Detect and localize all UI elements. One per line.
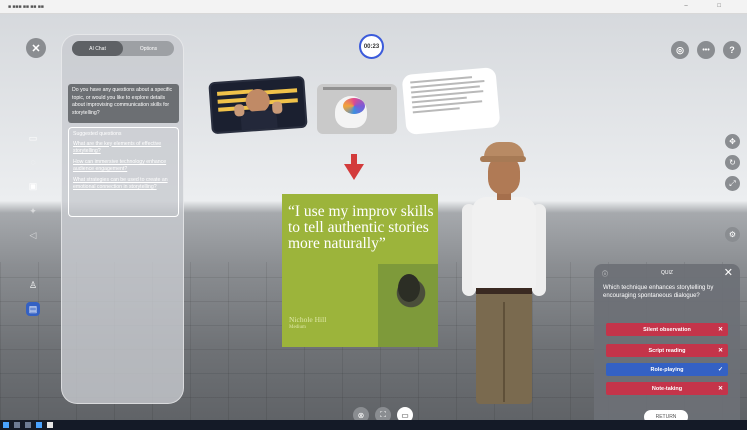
quote-author: Nichole Hill xyxy=(289,315,327,324)
panel-tabs[interactable]: AI Chat Options xyxy=(72,41,174,56)
suggested-questions: Suggested questions What are the key ele… xyxy=(68,127,179,217)
return-button[interactable]: RETURN xyxy=(644,410,688,420)
wrong-mark-icon: ✕ xyxy=(717,327,723,333)
app-icon[interactable] xyxy=(47,422,53,428)
quiz-option[interactable]: Silent observation ✕ xyxy=(606,323,728,336)
search-icon[interactable] xyxy=(14,422,20,428)
start-icon[interactable] xyxy=(3,422,9,428)
quote-card[interactable]: “I use my improv skills to tell authenti… xyxy=(282,194,438,347)
session-timer: 00:23 xyxy=(359,34,384,59)
wrong-mark-icon: ✕ xyxy=(717,348,723,354)
suggested-question[interactable]: What strategies can be used to create an… xyxy=(73,177,174,192)
quiz-question: Which technique enhances storytelling by… xyxy=(603,285,714,300)
mic-icon[interactable]: ♙ xyxy=(26,278,40,292)
brain-icon xyxy=(343,98,365,114)
quote-text: “I use my improv skills to tell authenti… xyxy=(288,203,434,252)
chat-icon[interactable]: ◌ xyxy=(26,155,40,169)
assistant-message: Do you have any questions about a specif… xyxy=(68,84,179,123)
close-icon[interactable]: ⊗ xyxy=(353,407,369,420)
suggested-question[interactable]: What are the key elements of effective s… xyxy=(73,141,174,156)
bottom-toolbar: ⊗ ⛶ ▭ xyxy=(349,404,417,420)
camera-icon[interactable]: ▭ xyxy=(397,407,413,420)
headset-button[interactable]: ◎ xyxy=(671,41,689,59)
chat-panel: AI Chat Options Do you have any question… xyxy=(61,34,184,404)
window-controls[interactable]: – □ xyxy=(684,3,735,9)
text-note-card[interactable] xyxy=(401,67,501,135)
rotate-icon[interactable]: ↻ xyxy=(725,155,740,170)
resize-icon[interactable]: ⤢ xyxy=(725,176,740,191)
wrong-mark-icon: ✕ xyxy=(717,386,723,392)
quiz-option[interactable]: Note-taking ✕ xyxy=(606,382,728,395)
tab-options[interactable]: Options xyxy=(123,41,174,56)
window-title: ■ ■■■ ■■ ■■ ■■ xyxy=(8,4,44,10)
quiz-close-icon[interactable]: ✕ xyxy=(724,266,733,279)
taskview-icon[interactable] xyxy=(25,422,31,428)
caption-icon[interactable]: ▤ xyxy=(26,302,40,316)
expand-icon[interactable]: ⛶ xyxy=(375,407,391,420)
virtual-scene[interactable]: ✕ ▭ ◌ ▣ ✦ ◁ ♙ ▤ AI Chat Options Do you h… xyxy=(0,14,747,420)
quiz-option[interactable]: Script reading ✕ xyxy=(606,344,728,357)
browser-icon[interactable] xyxy=(36,422,42,428)
tab-ai-chat[interactable]: AI Chat xyxy=(72,41,123,56)
portrait-photo xyxy=(378,264,438,347)
close-button[interactable]: ✕ xyxy=(26,38,46,58)
check-mark-icon: ✓ xyxy=(717,367,723,373)
suggested-question[interactable]: How can immersive technology enhance aud… xyxy=(73,159,174,174)
os-taskbar xyxy=(0,420,747,430)
quiz-panel: ⓘ QUIZ ✕ Which technique enhances storyt… xyxy=(594,264,740,420)
speaker-image-card[interactable] xyxy=(208,75,308,135)
more-button[interactable]: ••• xyxy=(697,41,715,59)
quote-author-role: Medium xyxy=(289,325,306,330)
screen-icon[interactable]: ▭ xyxy=(26,131,40,145)
help-button[interactable]: ? xyxy=(723,41,741,59)
pointer-arrow-icon xyxy=(344,164,364,180)
brain-image-card[interactable] xyxy=(317,84,397,134)
3d-avatar[interactable] xyxy=(452,142,552,404)
window-titlebar: ■ ■■■ ■■ ■■ ■■ – □ xyxy=(0,0,747,14)
bubble-icon[interactable]: ▣ xyxy=(26,179,40,193)
share-icon[interactable]: ✦ xyxy=(26,204,40,218)
quiz-option-correct[interactable]: Role-playing ✓ xyxy=(606,363,728,376)
move-icon[interactable]: ✥ xyxy=(725,134,740,149)
volume-icon[interactable]: ◁ xyxy=(26,228,40,242)
settings-icon[interactable]: ⚙ xyxy=(725,227,740,242)
suggested-heading: Suggested questions xyxy=(73,131,122,137)
quiz-title: QUIZ xyxy=(661,270,673,276)
